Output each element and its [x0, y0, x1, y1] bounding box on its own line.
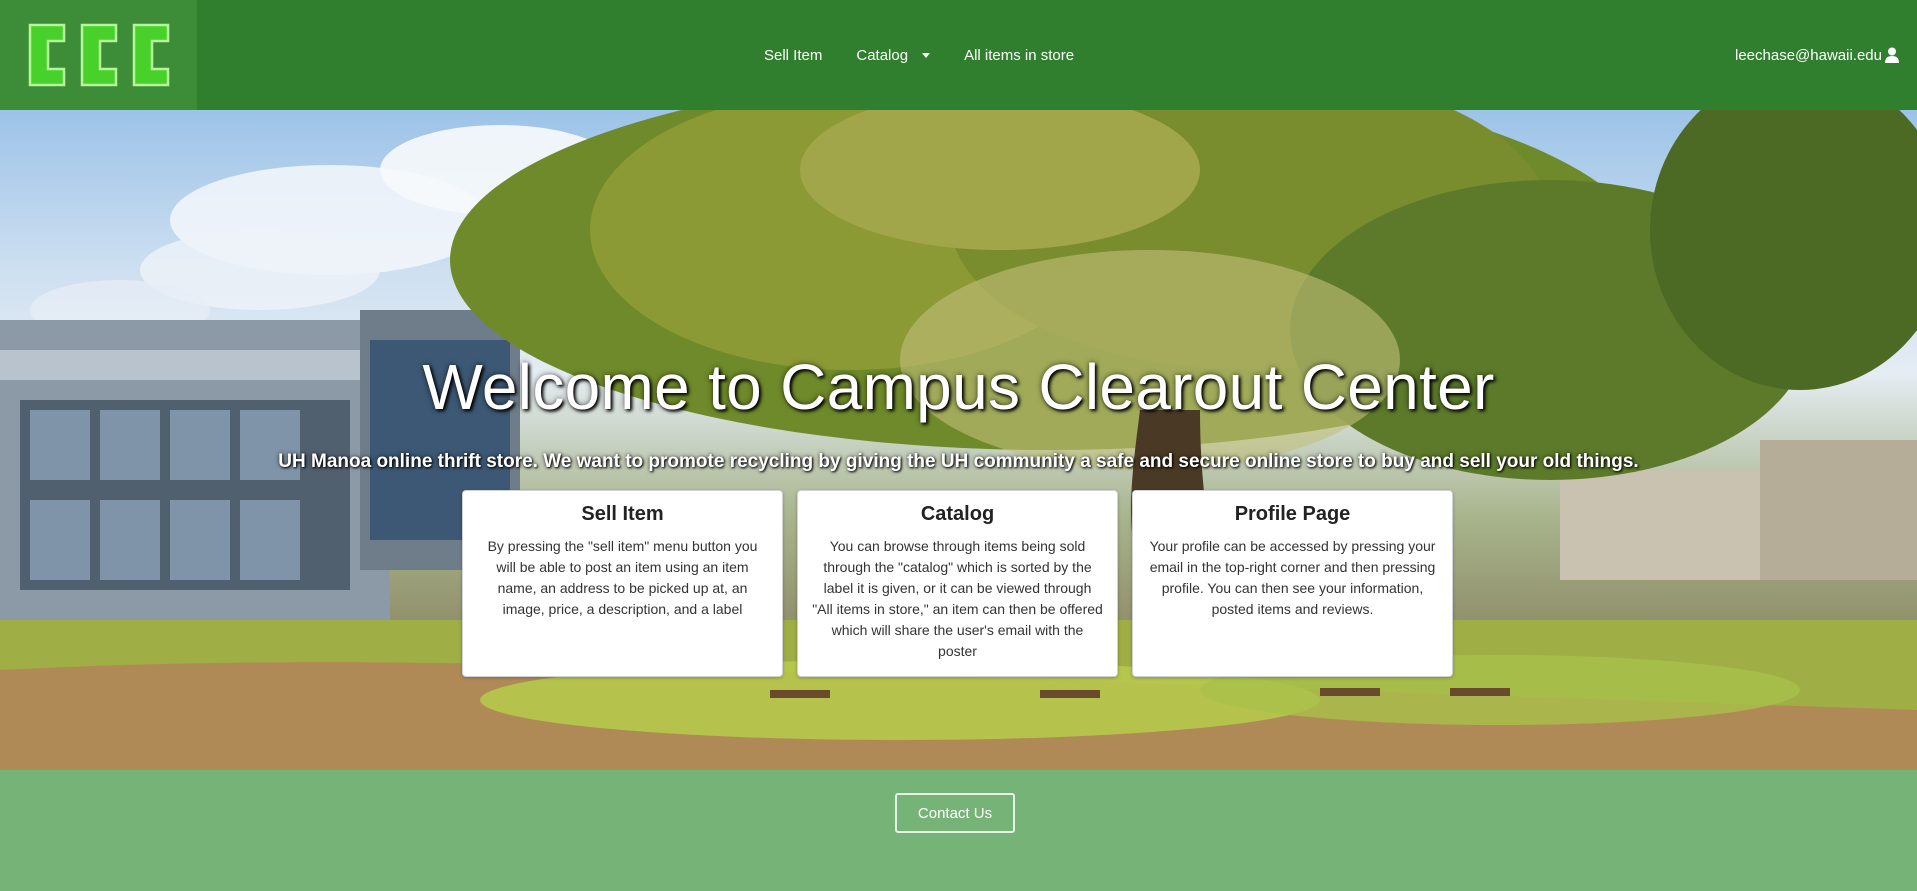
hero-subtitle: UH Manoa online thrift store. We want to… [278, 451, 1639, 472]
card-sell-item: Sell Item By pressing the "sell item" me… [462, 490, 783, 677]
nav-catalog-dropdown[interactable]: Catalog [844, 47, 942, 64]
ccc-logo-icon [28, 23, 169, 87]
contact-us-button[interactable]: Contact Us [895, 793, 1015, 833]
main-nav: Sell Item Catalog All items in store [752, 0, 1086, 110]
card-title: Catalog [920, 503, 995, 525]
top-navbar: Sell Item Catalog All items in store lee… [0, 0, 1917, 110]
hero-title: Welcome to Campus Clearout Center [422, 351, 1495, 423]
nav-sell-item[interactable]: Sell Item [752, 47, 834, 64]
user-icon [1885, 47, 1899, 63]
user-menu-dropdown[interactable]: leechase@hawaii.edu [1735, 0, 1899, 110]
nav-all-items-label: All items in store [964, 46, 1075, 64]
footer: Contact Us [0, 770, 1917, 891]
card-body: By pressing the "sell item" menu button … [487, 538, 758, 617]
card-title: Profile Page [1234, 503, 1351, 525]
logo[interactable] [0, 0, 197, 110]
nav-sell-item-label: Sell Item [764, 46, 823, 64]
card-body: Your profile can be accessed by pressing… [1149, 538, 1436, 617]
nav-catalog-label: Catalog [856, 46, 909, 64]
nav-all-items[interactable]: All items in store [952, 47, 1086, 64]
card-body: You can browse through items being sold … [812, 538, 1103, 659]
user-email: leechase@hawaii.edu [1735, 46, 1882, 64]
card-profile-page: Profile Page Your profile can be accesse… [1132, 490, 1453, 677]
card-title: Sell Item [581, 503, 664, 525]
caret-down-icon [922, 52, 931, 58]
hero-section: Welcome to Campus Clearout Center UH Man… [0, 110, 1917, 770]
card-catalog: Catalog You can browse through items bei… [797, 490, 1118, 677]
feature-cards: Sell Item By pressing the "sell item" me… [462, 490, 1453, 677]
